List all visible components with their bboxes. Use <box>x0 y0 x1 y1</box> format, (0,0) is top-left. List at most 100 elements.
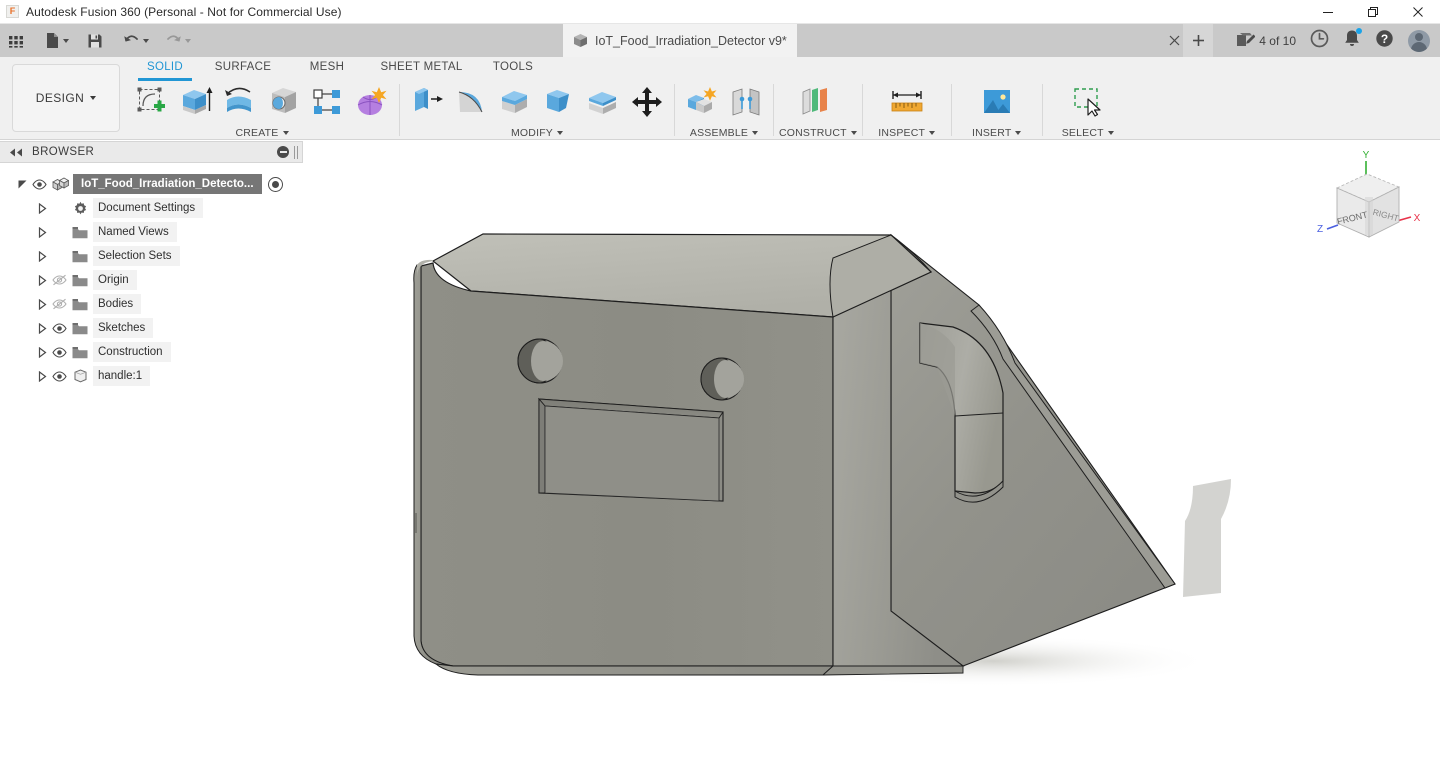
workspace-selector[interactable]: DESIGN <box>12 64 120 132</box>
expand-twisty-icon[interactable] <box>36 251 49 262</box>
gear-icon <box>69 201 91 216</box>
visibility-eye-icon[interactable] <box>49 323 69 334</box>
panel-label-assemble[interactable]: ASSEMBLE <box>680 125 768 140</box>
model-3d-body[interactable] <box>303 141 1440 771</box>
job-status-indicator[interactable]: 4 of 10 <box>1236 32 1296 49</box>
panel-label-construct[interactable]: CONSTRUCT <box>779 125 857 140</box>
activate-component-radio[interactable] <box>268 177 283 192</box>
browser-node-bodies[interactable]: Bodies <box>0 292 303 316</box>
panel-label-create[interactable]: CREATE <box>130 125 394 140</box>
browser-node-construction[interactable]: Construction <box>0 340 303 364</box>
document-tab-label: IoT_Food_Irradiation_Detector v9* <box>595 34 787 48</box>
draft-icon[interactable] <box>537 79 581 125</box>
axis-z-line <box>1327 225 1338 229</box>
expand-twisty-icon[interactable] <box>36 275 49 286</box>
visibility-eye-icon[interactable] <box>49 371 69 382</box>
browser-node-origin[interactable]: Origin <box>0 268 303 292</box>
move-copy-icon[interactable] <box>625 79 669 125</box>
panel-label-insert-text: INSERT <box>972 127 1012 139</box>
undo-dropdown-caret[interactable] <box>143 39 149 43</box>
measure-icon[interactable] <box>885 79 929 125</box>
view-cube[interactable]: Y X Z FRONT RIGHT <box>1311 145 1423 255</box>
revolve-icon[interactable] <box>218 79 262 125</box>
ribbon-tab-solid[interactable]: SOLID <box>130 57 200 77</box>
visibility-eye-icon[interactable] <box>49 347 69 358</box>
new-component-icon[interactable] <box>680 79 724 125</box>
panel-select-dropdown-caret[interactable] <box>1108 131 1114 135</box>
help-icon[interactable]: ? <box>1375 29 1394 53</box>
redo-dropdown-caret[interactable] <box>185 39 191 43</box>
folder-icon <box>69 226 91 239</box>
rectangular-pattern-icon[interactable] <box>306 79 350 125</box>
visibility-eye-hidden-icon[interactable] <box>49 298 69 310</box>
new-file-button[interactable] <box>42 28 72 54</box>
fillet-icon[interactable] <box>449 79 493 125</box>
app-grid-icon[interactable] <box>6 28 32 54</box>
create-sketch-icon[interactable] <box>130 79 174 125</box>
browser-collapse-all-icon[interactable] <box>277 146 289 158</box>
ribbon-tab-surface[interactable]: SURFACE <box>200 57 286 77</box>
joint-icon[interactable] <box>724 79 768 125</box>
browser-node-named-views[interactable]: Named Views <box>0 220 303 244</box>
expand-twisty-icon[interactable] <box>36 323 49 334</box>
expand-twisty-open-icon[interactable] <box>16 179 29 190</box>
document-tab[interactable]: IoT_Food_Irradiation_Detector v9* <box>563 24 797 57</box>
panel-assemble-dropdown-caret[interactable] <box>752 131 758 135</box>
press-pull-icon[interactable] <box>405 79 449 125</box>
panel-construct-dropdown-caret[interactable] <box>851 131 857 135</box>
panel-label-select[interactable]: SELECT <box>1048 125 1128 140</box>
panel-insert-dropdown-caret[interactable] <box>1015 131 1021 135</box>
new-tab-button[interactable] <box>1183 24 1213 57</box>
combine-icon[interactable] <box>581 79 625 125</box>
minimize-button[interactable] <box>1305 0 1350 24</box>
extrude-icon[interactable] <box>174 79 218 125</box>
undo-button[interactable] <box>120 28 152 54</box>
expand-twisty-icon[interactable] <box>36 227 49 238</box>
panel-inspect-dropdown-caret[interactable] <box>929 131 935 135</box>
browser-node-handle[interactable]: handle:1 <box>0 364 303 388</box>
visibility-eye-icon[interactable] <box>29 179 49 190</box>
browser-node-selection-sets[interactable]: Selection Sets <box>0 244 303 268</box>
panel-label-modify[interactable]: MODIFY <box>405 125 669 140</box>
panel-label-insert[interactable]: INSERT <box>957 125 1037 140</box>
panel-create-dropdown-caret[interactable] <box>283 131 289 135</box>
shell-icon[interactable] <box>493 79 537 125</box>
ribbon-panels: CREATE <box>130 79 1128 140</box>
notification-bell-icon[interactable] <box>1343 29 1361 53</box>
hole-icon[interactable] <box>262 79 306 125</box>
browser-node-document-settings[interactable]: Document Settings <box>0 196 303 220</box>
expand-twisty-icon[interactable] <box>36 299 49 310</box>
ribbon-tab-tools[interactable]: TOOLS <box>475 57 551 77</box>
browser-node-sketches[interactable]: Sketches <box>0 316 303 340</box>
expand-twisty-icon[interactable] <box>36 347 49 358</box>
browser-node-root[interactable]: IoT_Food_Irradiation_Detecto... <box>0 172 303 196</box>
redo-button[interactable] <box>162 28 194 54</box>
new-file-dropdown-caret[interactable] <box>63 39 69 43</box>
panel-modify-dropdown-caret[interactable] <box>557 131 563 135</box>
model-feature-display-recess[interactable] <box>539 399 723 501</box>
model-feature-hole-right[interactable] <box>701 358 744 400</box>
model-feature-hole-left[interactable] <box>518 339 563 383</box>
visibility-eye-hidden-icon[interactable] <box>49 274 69 286</box>
maximize-button[interactable] <box>1350 0 1395 24</box>
form-icon[interactable] <box>350 79 394 125</box>
ribbon-panel-assemble: ASSEMBLE <box>680 79 768 140</box>
workspace-dropdown-caret[interactable] <box>90 96 96 100</box>
panel-divider <box>399 84 400 136</box>
expand-twisty-icon[interactable] <box>36 371 49 382</box>
ribbon-tab-strip: SOLID SURFACE MESH SHEET METAL TOOLS <box>130 57 551 77</box>
ribbon-tab-mesh[interactable]: MESH <box>286 57 368 77</box>
save-button[interactable] <box>84 28 106 54</box>
collapse-left-icon[interactable] <box>9 148 23 157</box>
expand-twisty-icon[interactable] <box>36 203 49 214</box>
account-avatar[interactable] <box>1408 30 1430 52</box>
browser-resize-grip[interactable] <box>294 146 298 159</box>
ribbon-tab-sheet-metal[interactable]: SHEET METAL <box>368 57 475 77</box>
history-clock-icon[interactable] <box>1310 29 1329 53</box>
close-button[interactable] <box>1395 0 1440 24</box>
select-window-icon[interactable] <box>1066 79 1110 125</box>
panel-label-inspect[interactable]: INSPECT <box>868 125 946 140</box>
offset-plane-icon[interactable] <box>793 79 837 125</box>
3d-viewport[interactable]: Y X Z FRONT RIGHT <box>303 141 1440 771</box>
insert-image-icon[interactable] <box>975 79 1019 125</box>
